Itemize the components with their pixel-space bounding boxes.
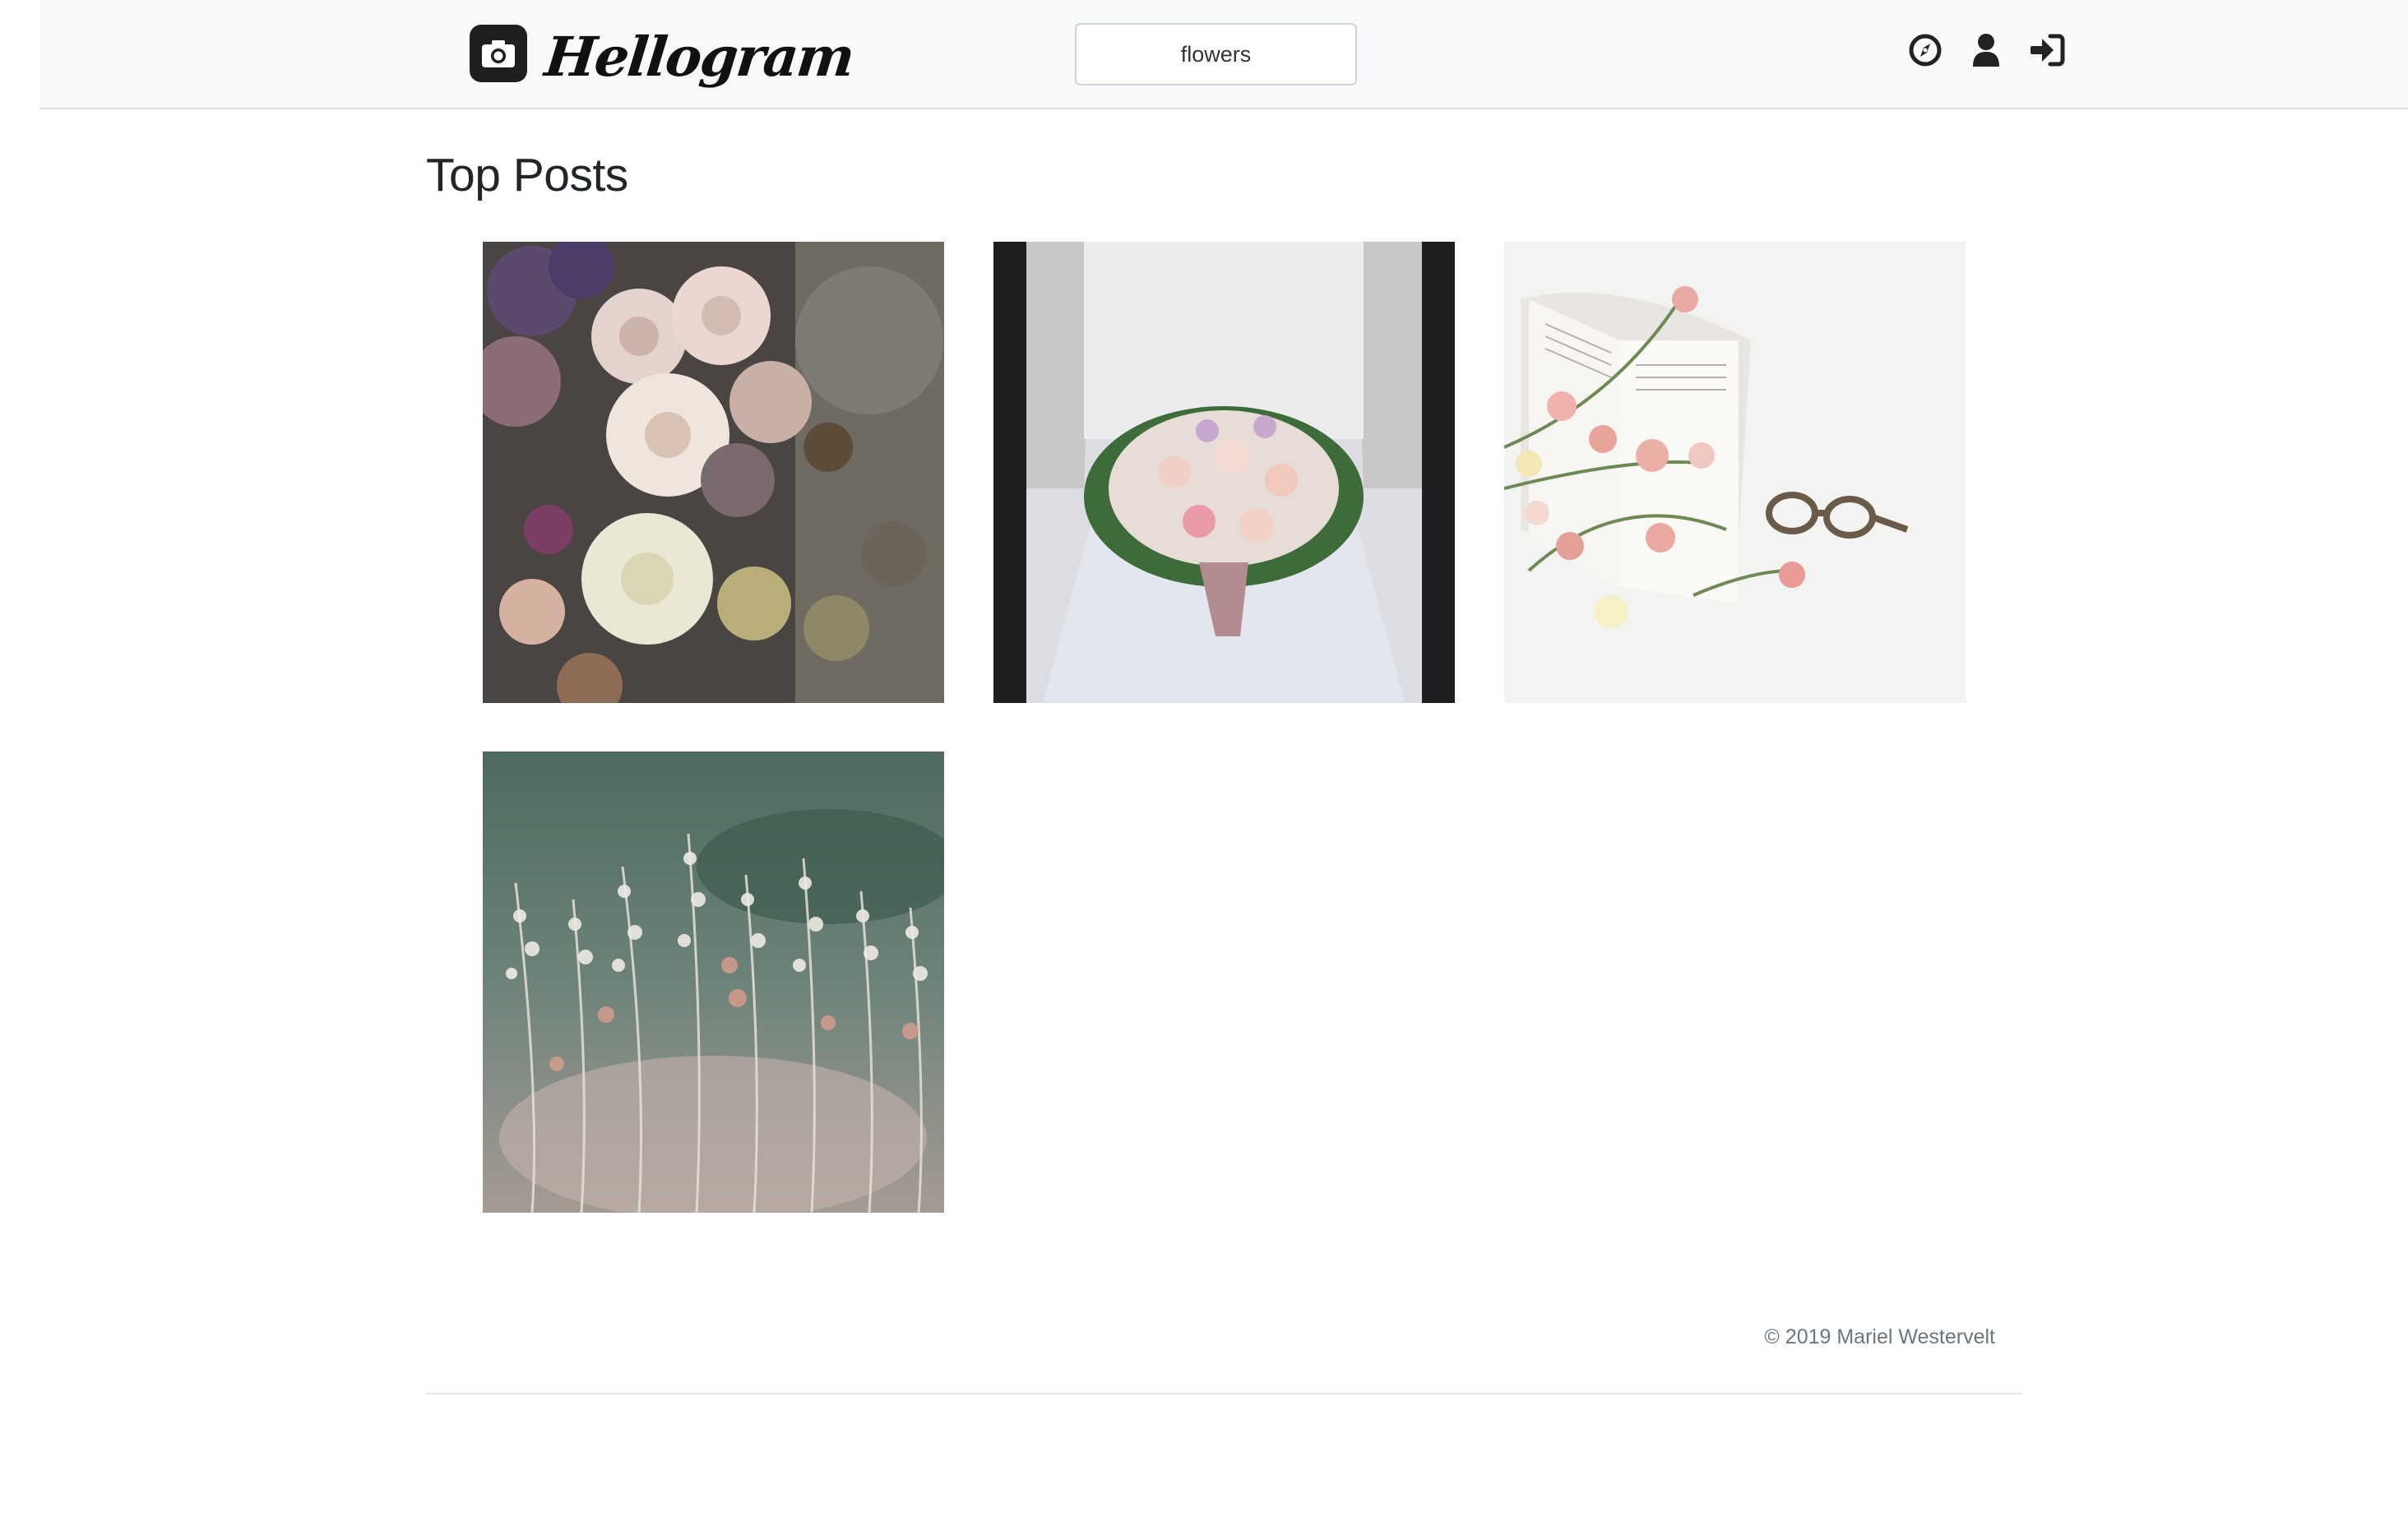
- sign-in-icon[interactable]: [2028, 31, 2066, 69]
- nav-actions: [1906, 31, 2066, 69]
- post-image-wild-grass[interactable]: [483, 751, 944, 1213]
- page-title: Top Posts: [426, 149, 628, 201]
- camera-icon: [470, 25, 527, 82]
- user-icon[interactable]: [1967, 31, 2005, 69]
- post-image-rose-bouquet[interactable]: [483, 242, 944, 703]
- post-image-flowers-book-glasses[interactable]: [1504, 242, 1966, 703]
- brand-link[interactable]: Hellogram: [470, 25, 857, 89]
- compass-icon[interactable]: [1906, 31, 1944, 69]
- footer-divider: [426, 1393, 2022, 1394]
- navbar: Hellogram: [39, 0, 2408, 109]
- post-image-bridal-bouquet[interactable]: [993, 242, 1455, 703]
- copyright-text: © 2019 Mariel Westervelt: [1764, 1325, 1995, 1348]
- brand-name: Hellogram: [541, 25, 857, 89]
- search-input[interactable]: [1075, 23, 1357, 86]
